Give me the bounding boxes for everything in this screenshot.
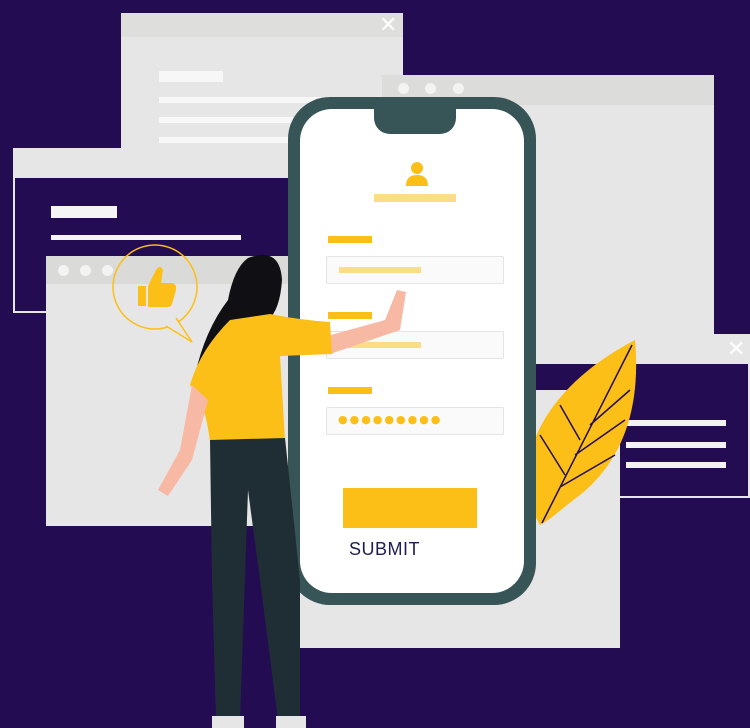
- user-icon: [406, 162, 428, 186]
- woman-figure: [158, 254, 406, 728]
- window-title-bar: [121, 13, 403, 37]
- form-title-bar: [374, 194, 456, 202]
- window-dot: [453, 83, 464, 94]
- close-icon[interactable]: ✕: [379, 15, 397, 37]
- window-title-bar: [15, 150, 291, 178]
- text-line: [51, 206, 117, 218]
- window-dot: [58, 265, 69, 276]
- window-dot: [398, 83, 409, 94]
- leaf-decoration: [527, 340, 637, 525]
- close-icon[interactable]: ✕: [727, 339, 745, 361]
- text-line: [159, 71, 223, 82]
- phone-notch: [374, 108, 456, 134]
- text-line: [159, 97, 329, 103]
- window-dot: [425, 83, 436, 94]
- window-dot: [80, 265, 91, 276]
- field-label: [328, 236, 372, 243]
